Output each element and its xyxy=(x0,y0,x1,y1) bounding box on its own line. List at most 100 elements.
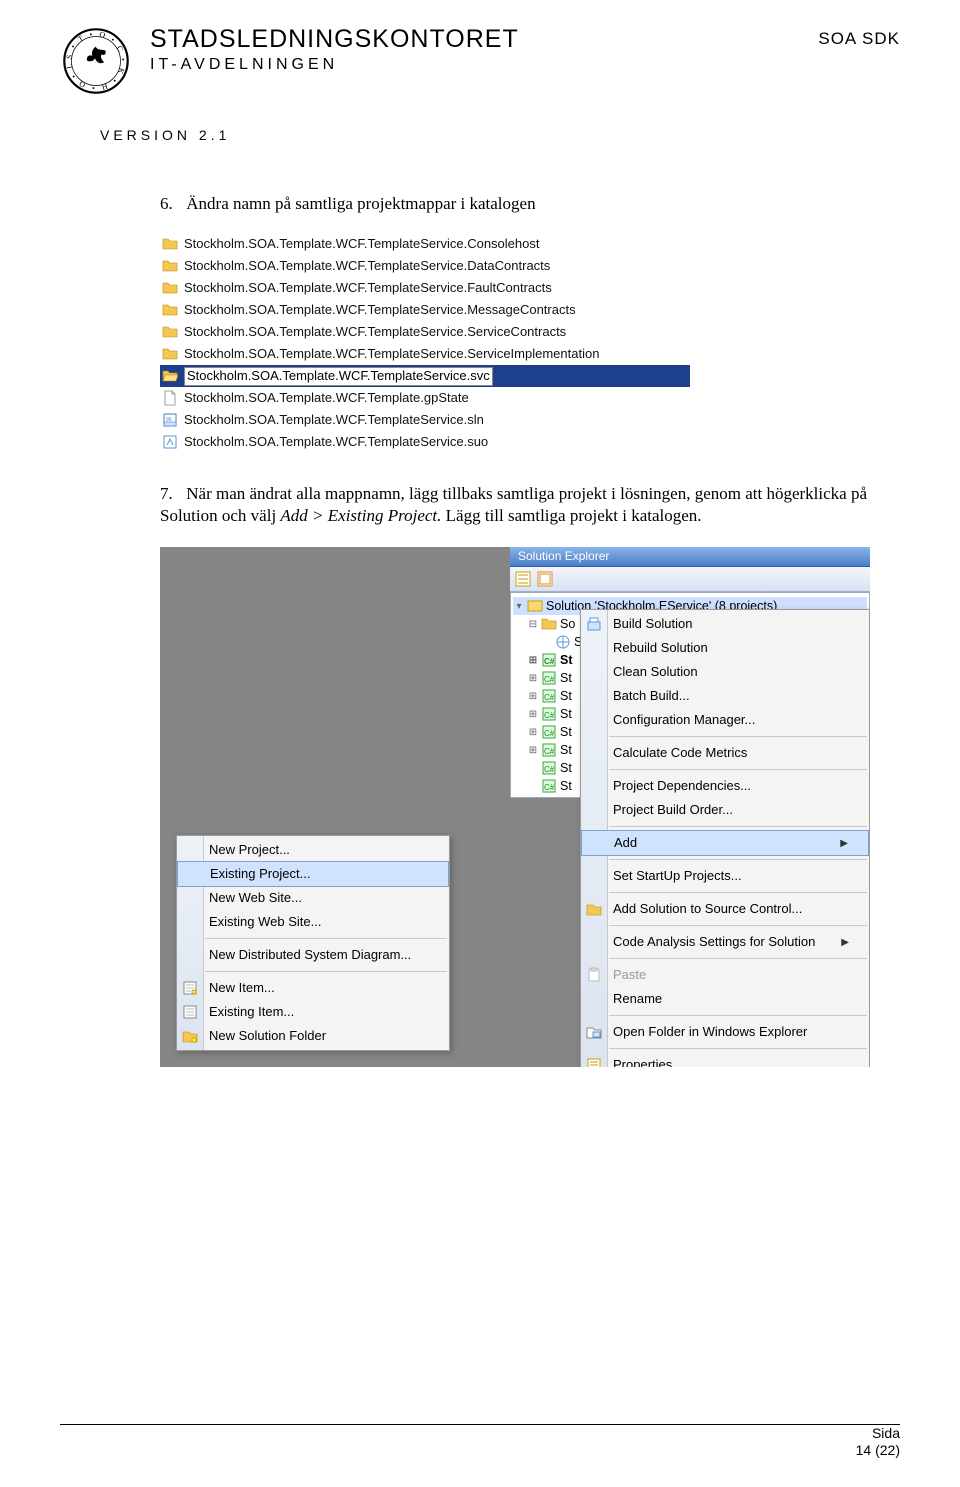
footer-page: 14 (22) xyxy=(856,1442,900,1459)
folder-row: Stockholm.SOA.Template.WCF.TemplateServi… xyxy=(160,343,690,365)
step-6: 6. Ändra namn på samtliga projektmappar … xyxy=(160,193,900,453)
menu-separator xyxy=(609,1015,867,1016)
tree-collapse-icon[interactable]: ⊟ xyxy=(527,618,539,630)
menu-paste: Paste xyxy=(581,963,869,987)
menu-batch-build[interactable]: Batch Build... xyxy=(581,684,869,708)
folder-icon xyxy=(162,324,178,340)
file-icon xyxy=(162,390,178,406)
menu-code-analysis[interactable]: Code Analysis Settings for Solution▶ xyxy=(581,930,869,954)
folder-row: Stockholm.SOA.Template.WCF.TemplateServi… xyxy=(160,299,690,321)
visual-studio-figure: Solution Explorer ▾ Solution 'Stockholm.… xyxy=(160,547,870,1067)
org-title: STADSLEDNINGSKONTORET xyxy=(150,25,818,54)
step-7: 7. När man ändrat alla mappnamn, lägg ti… xyxy=(160,483,900,1067)
webproject-icon xyxy=(555,634,571,650)
menu-rename[interactable]: Rename xyxy=(581,987,869,1011)
menu-build-solution[interactable]: Build Solution xyxy=(581,612,869,636)
folder-name: Stockholm.SOA.Template.WCF.TemplateServi… xyxy=(184,258,550,275)
source-control-icon xyxy=(586,901,602,917)
svg-text:C#: C# xyxy=(544,711,555,720)
csharp-project-icon: C# xyxy=(541,760,557,776)
solution-explorer-toolbar xyxy=(510,567,870,592)
menu-add[interactable]: Add▶ xyxy=(581,830,869,856)
tree-collapse-icon[interactable]: ▾ xyxy=(513,600,525,612)
open-folder-icon xyxy=(586,1024,602,1040)
submenu-arrow-icon: ▶ xyxy=(840,837,848,850)
step-6-text: Ändra namn på samtliga projektmappar i k… xyxy=(186,194,535,213)
step-7-text-b: Lägg till samtliga projekt i katalogen. xyxy=(441,506,701,525)
file-name: Stockholm.SOA.Template.WCF.TemplateServi… xyxy=(184,412,484,429)
menu-properties[interactable]: Properties xyxy=(581,1053,869,1067)
menu-label: Build Solution xyxy=(613,616,693,633)
svg-text:C#: C# xyxy=(544,747,555,756)
menu-project-dependencies[interactable]: Project Dependencies... xyxy=(581,774,869,798)
svg-text:C#: C# xyxy=(544,657,555,666)
step-7-number: 7. xyxy=(160,483,182,505)
folder-icon xyxy=(162,346,178,362)
menu-label: Existing Item... xyxy=(209,1004,294,1021)
folder-name: Stockholm.SOA.Template.WCF.TemplateServi… xyxy=(184,236,539,253)
menu-label: Properties xyxy=(613,1057,672,1067)
tree-expand-icon[interactable]: ⊞ xyxy=(527,744,539,756)
menu-label: New Item... xyxy=(209,980,275,997)
existing-item-icon xyxy=(182,1004,198,1020)
folder-row: Stockholm.SOA.Template.WCF.TemplateServi… xyxy=(160,233,690,255)
menu-clean-solution[interactable]: Clean Solution xyxy=(581,660,869,684)
suo-file-icon xyxy=(162,434,178,450)
submenu-new-web-site[interactable]: New Web Site... xyxy=(177,886,449,910)
tree-expand-icon[interactable]: ⊞ xyxy=(527,690,539,702)
folder-listing-figure: Stockholm.SOA.Template.WCF.TemplateServi… xyxy=(160,233,690,453)
menu-separator xyxy=(609,1048,867,1049)
submenu-existing-item[interactable]: Existing Item... xyxy=(177,1000,449,1024)
menu-set-startup[interactable]: Set StartUp Projects... xyxy=(581,864,869,888)
tree-expand-icon[interactable]: ⊞ xyxy=(527,672,539,684)
file-row: 90 Stockholm.SOA.Template.WCF.TemplateSe… xyxy=(160,409,690,431)
submenu-new-project[interactable]: New Project... xyxy=(177,838,449,862)
csharp-project-icon: C# xyxy=(541,670,557,686)
csharp-project-icon: C# xyxy=(541,688,557,704)
menu-label: Calculate Code Metrics xyxy=(613,745,747,762)
submenu-new-item[interactable]: New Item... xyxy=(177,976,449,1000)
submenu-new-distributed-diagram[interactable]: New Distributed System Diagram... xyxy=(177,943,449,967)
page-footer: Sida 14 (22) xyxy=(856,1425,900,1459)
toolbar-properties-icon[interactable] xyxy=(514,570,532,588)
solution-file-icon: 90 xyxy=(162,412,178,428)
properties-icon xyxy=(586,1057,602,1067)
menu-open-folder[interactable]: Open Folder in Windows Explorer xyxy=(581,1020,869,1044)
submenu-new-solution-folder[interactable]: New Solution Folder xyxy=(177,1024,449,1048)
org-subtitle: IT-AVDELNINGEN xyxy=(150,56,818,74)
submenu-arrow-icon: ▶ xyxy=(841,936,849,949)
submenu-existing-web-site[interactable]: Existing Web Site... xyxy=(177,910,449,934)
rename-input[interactable]: Stockholm.SOA.Template.WCF.TemplateServi… xyxy=(184,367,493,386)
folder-icon xyxy=(541,616,557,632)
tree-expand-icon[interactable]: ⊞ xyxy=(527,654,539,666)
doc-title: SOA SDK xyxy=(818,29,900,49)
menu-label: New Solution Folder xyxy=(209,1028,326,1045)
tree-expand-icon[interactable]: ⊞ xyxy=(527,726,539,738)
menu-label: Configuration Manager... xyxy=(613,712,755,729)
submenu-existing-project[interactable]: Existing Project... xyxy=(177,861,449,887)
folder-icon xyxy=(162,280,178,296)
solution-icon xyxy=(527,598,543,614)
menu-config-manager[interactable]: Configuration Manager... xyxy=(581,708,869,732)
solution-explorer-title: Solution Explorer xyxy=(510,547,870,567)
menu-label: Rebuild Solution xyxy=(613,640,708,657)
menu-add-source-control[interactable]: Add Solution to Source Control... xyxy=(581,897,869,921)
folder-name: Stockholm.SOA.Template.WCF.TemplateServi… xyxy=(184,280,552,297)
menu-code-metrics[interactable]: Calculate Code Metrics xyxy=(581,741,869,765)
menu-separator xyxy=(205,971,447,972)
new-item-icon xyxy=(182,980,198,996)
folder-icon xyxy=(162,302,178,318)
csharp-project-icon: C# xyxy=(541,706,557,722)
file-name: Stockholm.SOA.Template.WCF.TemplateServi… xyxy=(184,434,488,451)
step-7-em: Add > Existing Project. xyxy=(280,506,441,525)
menu-rebuild-solution[interactable]: Rebuild Solution xyxy=(581,636,869,660)
folder-row-editing[interactable]: Stockholm.SOA.Template.WCF.TemplateServi… xyxy=(160,365,690,387)
csharp-project-icon: C# xyxy=(541,778,557,794)
menu-project-build-order[interactable]: Project Build Order... xyxy=(581,798,869,822)
toolbar-showall-icon[interactable] xyxy=(536,570,554,588)
menu-separator xyxy=(609,769,867,770)
step-6-number: 6. xyxy=(160,193,182,215)
menu-separator xyxy=(205,938,447,939)
add-submenu: New Project... Existing Project... New W… xyxy=(176,835,450,1051)
tree-expand-icon[interactable]: ⊞ xyxy=(527,708,539,720)
